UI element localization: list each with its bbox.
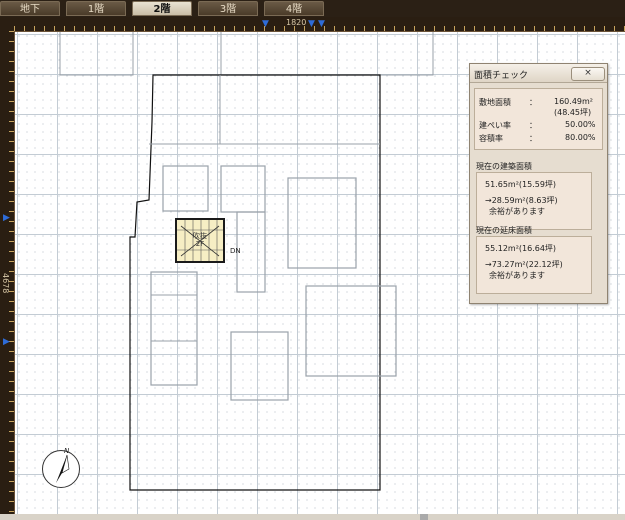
coverage-ratio-label: 建ぺい率	[479, 121, 511, 130]
building-outline[interactable]	[129, 74, 381, 491]
site-area-label: 敷地面積	[479, 98, 511, 107]
room-box[interactable]	[305, 285, 397, 377]
stair-label: 吹抜 2F	[177, 232, 223, 248]
room-box[interactable]	[150, 271, 198, 386]
horizontal-ruler: 1820 ▼ ▼ ▼	[14, 17, 625, 32]
floor-area-ratio-value: 80.00%	[565, 133, 596, 142]
site-stats-box: 敷地面積 ： 160.49m² (48.45坪) 建ぺい率 ： 50.00% 容…	[474, 88, 603, 150]
building-area-title: 現在の建築面積	[476, 162, 532, 171]
tab-basement[interactable]: 地下	[0, 1, 60, 16]
site-area-tsubo: (48.45坪)	[554, 108, 592, 117]
building-area-remaining: →28.59m²(8.63坪)	[485, 196, 558, 205]
horizontal-scrollbar[interactable]	[0, 514, 625, 520]
panel-title: 面積チェック	[474, 71, 529, 81]
floor-area-note: 余裕があります	[489, 271, 545, 280]
room-box[interactable]	[230, 331, 289, 401]
compass: N	[42, 447, 80, 488]
stair-down-label: DN	[230, 247, 241, 255]
floor-area-value: 55.12m²(16.64坪)	[485, 244, 557, 253]
site-area-value: 160.49m²	[554, 97, 593, 106]
colon: ：	[529, 98, 537, 107]
building-area-value: 51.65m²(15.59坪)	[485, 180, 557, 189]
vertical-ruler: 4678 ▶ ▶	[0, 31, 15, 520]
upper-wall	[220, 32, 434, 76]
area-check-panel: 面積チェック × 敷地面積 ： 160.49m² (48.45坪) 建ぺい率 ：…	[469, 63, 608, 304]
colon: ：	[529, 121, 537, 130]
ruler-marker-icon[interactable]: ▶	[3, 214, 10, 223]
upper-wall	[59, 32, 134, 76]
room-box[interactable]	[162, 165, 209, 212]
floor-area-ratio-label: 容積率	[479, 134, 503, 143]
compass-icon	[56, 454, 70, 483]
stair-label-line-2: 2F	[195, 240, 205, 248]
room-box[interactable]	[236, 211, 266, 293]
coverage-ratio-value: 50.00%	[565, 120, 596, 129]
floor-area-box: 55.12m²(16.64坪) →73.27m²(22.12坪) 余裕があります	[476, 236, 592, 294]
stair-label-line-1: 吹抜	[193, 232, 207, 240]
floor-area-remaining: →73.27m²(22.12坪)	[485, 260, 563, 269]
room-box[interactable]	[220, 165, 266, 213]
building-area-box: 51.65m²(15.59坪) →28.59m²(8.63坪) 余裕があります	[476, 172, 592, 230]
ruler-top-label: 1820	[286, 18, 307, 27]
ruler-marker-icon[interactable]: ▼	[308, 20, 315, 29]
ruler-corner	[0, 17, 14, 31]
ruler-marker-icon[interactable]: ▼	[318, 20, 325, 29]
tab-floor-4[interactable]: 4階	[264, 1, 324, 16]
floor-area-title: 現在の延床面積	[476, 226, 532, 235]
ruler-left-label: 4678	[1, 273, 10, 294]
tab-floor-2[interactable]: 2階	[132, 1, 192, 16]
tab-floor-1[interactable]: 1階	[66, 1, 126, 16]
ruler-marker-icon[interactable]: ▶	[3, 338, 10, 347]
close-button[interactable]: ×	[571, 67, 605, 81]
scrollbar-thumb[interactable]	[420, 514, 428, 520]
building-area-note: 余裕があります	[489, 207, 545, 216]
colon: ：	[529, 134, 537, 143]
stair-symbol[interactable]: 吹抜 2F	[175, 218, 225, 263]
panel-title-bar[interactable]: 面積チェック ×	[470, 64, 607, 83]
compass-north-label: N	[64, 447, 70, 455]
tab-floor-3[interactable]: 3階	[198, 1, 258, 16]
floor-tab-bar: 地下 1階 2階 3階 4階	[0, 0, 625, 17]
ruler-marker-icon[interactable]: ▼	[262, 20, 269, 29]
room-box[interactable]	[287, 177, 357, 269]
